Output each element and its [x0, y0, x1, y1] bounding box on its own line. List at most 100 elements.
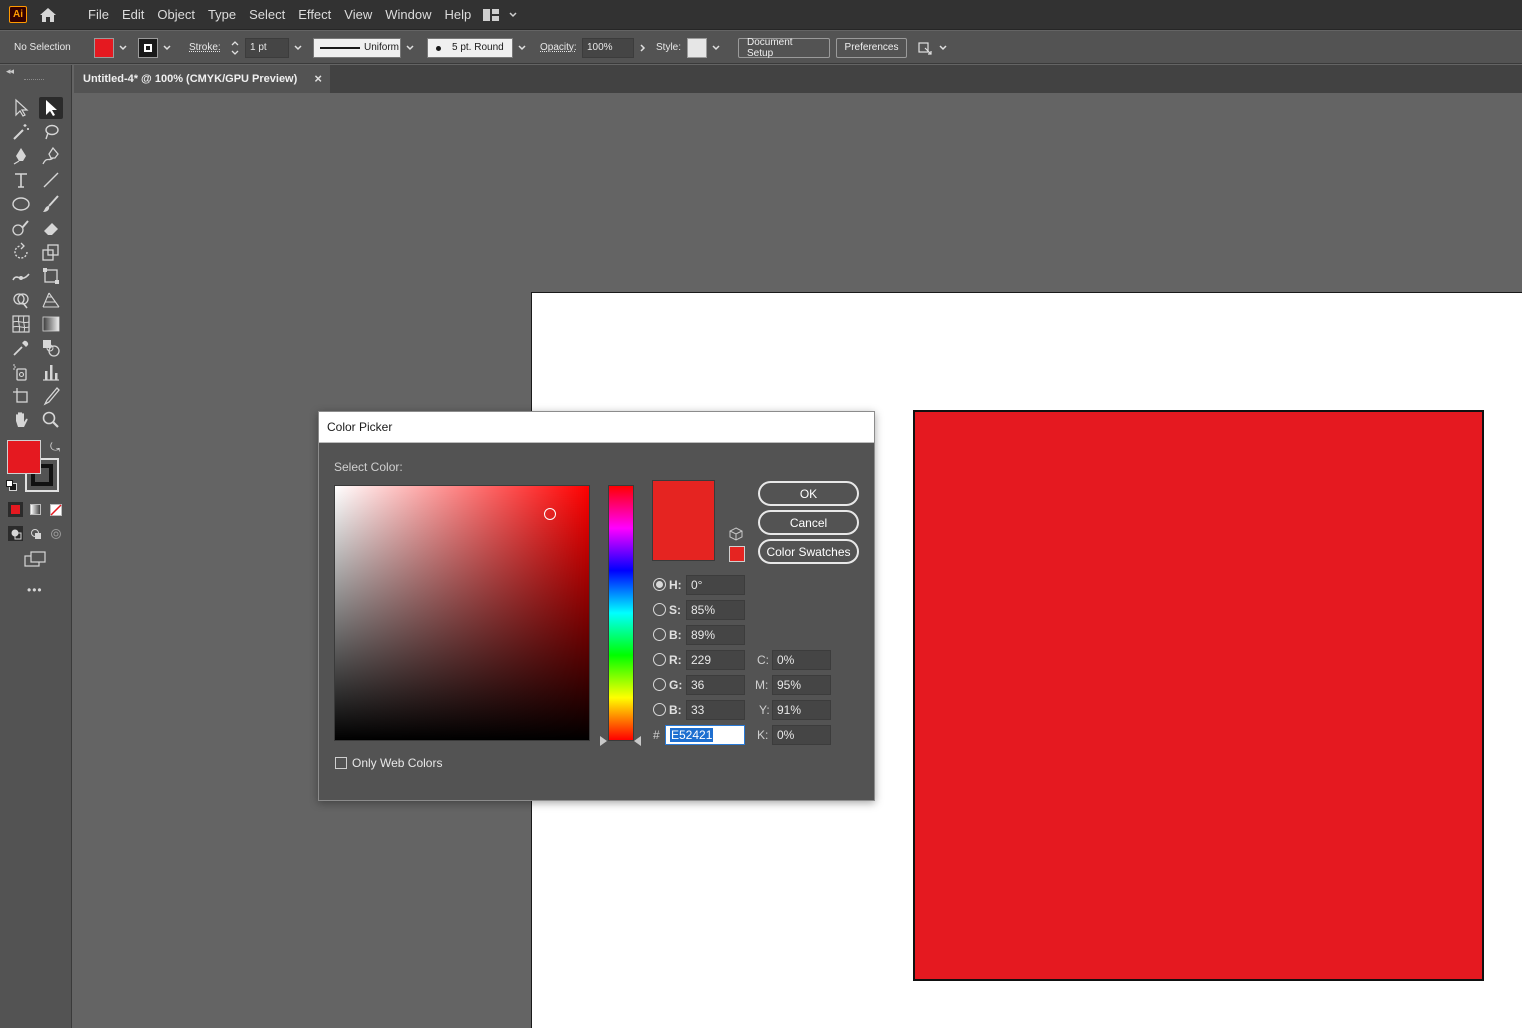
stroke-profile-control[interactable]: Uniform [313, 31, 415, 64]
brush-control[interactable]: 5 pt. Round [427, 31, 527, 64]
hex-field[interactable]: E52421 [665, 725, 745, 745]
swap-fill-stroke-icon[interactable]: ⤿ [50, 440, 60, 455]
arrange-control[interactable] [916, 31, 948, 64]
brush-field[interactable]: 5 pt. Round [427, 37, 513, 58]
stroke-swatch[interactable] [138, 37, 158, 58]
edit-toolbar-icon[interactable]: ••• [27, 583, 43, 597]
yellow-field[interactable]: 91% [772, 700, 831, 720]
draw-inside-icon[interactable] [48, 526, 63, 541]
menu-help[interactable]: Help [438, 0, 477, 30]
cube-icon[interactable] [729, 527, 743, 541]
dialog-titlebar[interactable]: Color Picker [319, 412, 874, 443]
close-icon[interactable]: × [314, 71, 322, 86]
red-field[interactable]: 229 [686, 650, 745, 670]
color-field-cursor[interactable] [544, 508, 556, 520]
workspace-switcher[interactable] [482, 6, 522, 24]
line-segment-tool-icon[interactable] [39, 169, 63, 191]
blue-field[interactable]: 33 [686, 700, 745, 720]
stroke-profile-field[interactable]: Uniform [313, 37, 401, 58]
scale-tool-icon[interactable] [39, 241, 63, 263]
menu-file[interactable]: File [82, 0, 115, 30]
cyan-field[interactable]: 0% [772, 650, 831, 670]
draw-normal-icon[interactable] [8, 526, 23, 541]
direct-selection-tool-icon[interactable] [39, 97, 63, 119]
radio-saturation[interactable] [653, 603, 666, 616]
only-web-colors-checkbox[interactable] [335, 757, 347, 769]
color-swatches-button[interactable]: Color Swatches [758, 539, 859, 564]
lasso-tool-icon[interactable] [39, 121, 63, 143]
slice-tool-icon[interactable] [39, 385, 63, 407]
chevron-down-icon[interactable] [517, 43, 527, 53]
color-field[interactable] [334, 485, 590, 741]
mesh-tool-icon[interactable] [9, 313, 33, 335]
perspective-grid-tool-icon[interactable] [39, 289, 63, 311]
none-mode-button[interactable] [48, 502, 63, 517]
radio-blue[interactable] [653, 703, 666, 716]
hand-tool-icon[interactable] [9, 409, 33, 431]
home-icon[interactable] [38, 5, 58, 25]
document-tab[interactable]: Untitled-4* @ 100% (CMYK/GPU Preview) × [74, 65, 330, 93]
gradient-mode-button[interactable] [28, 502, 43, 517]
eraser-tool-icon[interactable] [39, 217, 63, 239]
curvature-tool-icon[interactable] [39, 145, 63, 167]
magic-wand-tool-icon[interactable] [9, 121, 33, 143]
chevron-down-icon[interactable] [711, 43, 721, 53]
artboard-tool-icon[interactable] [9, 385, 33, 407]
type-tool-icon[interactable] [9, 169, 33, 191]
stroke-weight-field[interactable]: 1 pt [245, 37, 289, 58]
radio-hue[interactable] [653, 578, 666, 591]
chevron-down-icon[interactable] [293, 43, 303, 53]
width-tool-icon[interactable] [9, 265, 33, 287]
free-transform-tool-icon[interactable] [39, 265, 63, 287]
ok-button[interactable]: OK [758, 481, 859, 506]
change-screen-mode-icon[interactable] [24, 550, 48, 568]
collapse-panel-icon[interactable]: ◂◂ [6, 66, 14, 77]
symbol-sprayer-tool-icon[interactable] [9, 361, 33, 383]
document-setup-button[interactable]: Document Setup [738, 37, 830, 59]
stroke-weight-control[interactable]: 1 pt [229, 31, 303, 64]
paintbrush-tool-icon[interactable] [39, 193, 63, 215]
red-rectangle[interactable] [913, 410, 1484, 981]
gradient-tool-icon[interactable] [39, 313, 63, 335]
fill-swatch[interactable] [94, 37, 114, 58]
style-control[interactable] [687, 31, 721, 64]
web-safe-color-swatch[interactable] [729, 546, 745, 562]
black-field[interactable]: 0% [772, 725, 831, 745]
preferences-button[interactable]: Preferences [836, 37, 907, 58]
green-field[interactable]: 36 [686, 675, 745, 695]
opacity-control[interactable]: 100% [582, 31, 648, 64]
radio-green[interactable] [653, 678, 666, 691]
rotate-tool-icon[interactable] [9, 241, 33, 263]
default-fill-stroke-icon[interactable] [6, 480, 17, 491]
draw-behind-icon[interactable] [28, 526, 43, 541]
menu-select[interactable]: Select [243, 0, 291, 30]
arrange-icon[interactable] [916, 39, 934, 57]
style-swatch[interactable] [687, 37, 707, 58]
menu-object[interactable]: Object [151, 0, 201, 30]
fill-color-control[interactable] [94, 31, 128, 64]
chevron-down-icon[interactable] [405, 43, 415, 53]
opacity-field[interactable]: 100% [582, 37, 634, 58]
menu-view[interactable]: View [338, 0, 378, 30]
shape-builder-tool-icon[interactable] [9, 289, 33, 311]
color-mode-button[interactable] [8, 502, 23, 517]
pen-tool-icon[interactable] [9, 145, 33, 167]
eyedropper-tool-icon[interactable] [9, 337, 33, 359]
brightness-field[interactable]: 89% [686, 625, 745, 645]
fill-color-indicator[interactable] [7, 440, 41, 474]
magenta-field[interactable]: 95% [772, 675, 831, 695]
ellipse-tool-icon[interactable] [9, 193, 33, 215]
stroke-color-control[interactable] [138, 31, 172, 64]
menu-type[interactable]: Type [202, 0, 242, 30]
hue-slider-handle-left[interactable] [600, 736, 607, 746]
zoom-tool-icon[interactable] [39, 409, 63, 431]
column-graph-tool-icon[interactable] [39, 361, 63, 383]
chevron-down-icon[interactable] [938, 43, 948, 53]
blend-tool-icon[interactable] [39, 337, 63, 359]
cancel-button[interactable]: Cancel [758, 510, 859, 535]
hue-slider[interactable] [608, 485, 634, 741]
radio-red[interactable] [653, 653, 666, 666]
hue-slider-handle-right[interactable] [634, 736, 641, 746]
panel-grip[interactable] [24, 79, 44, 81]
radio-brightness[interactable] [653, 628, 666, 641]
